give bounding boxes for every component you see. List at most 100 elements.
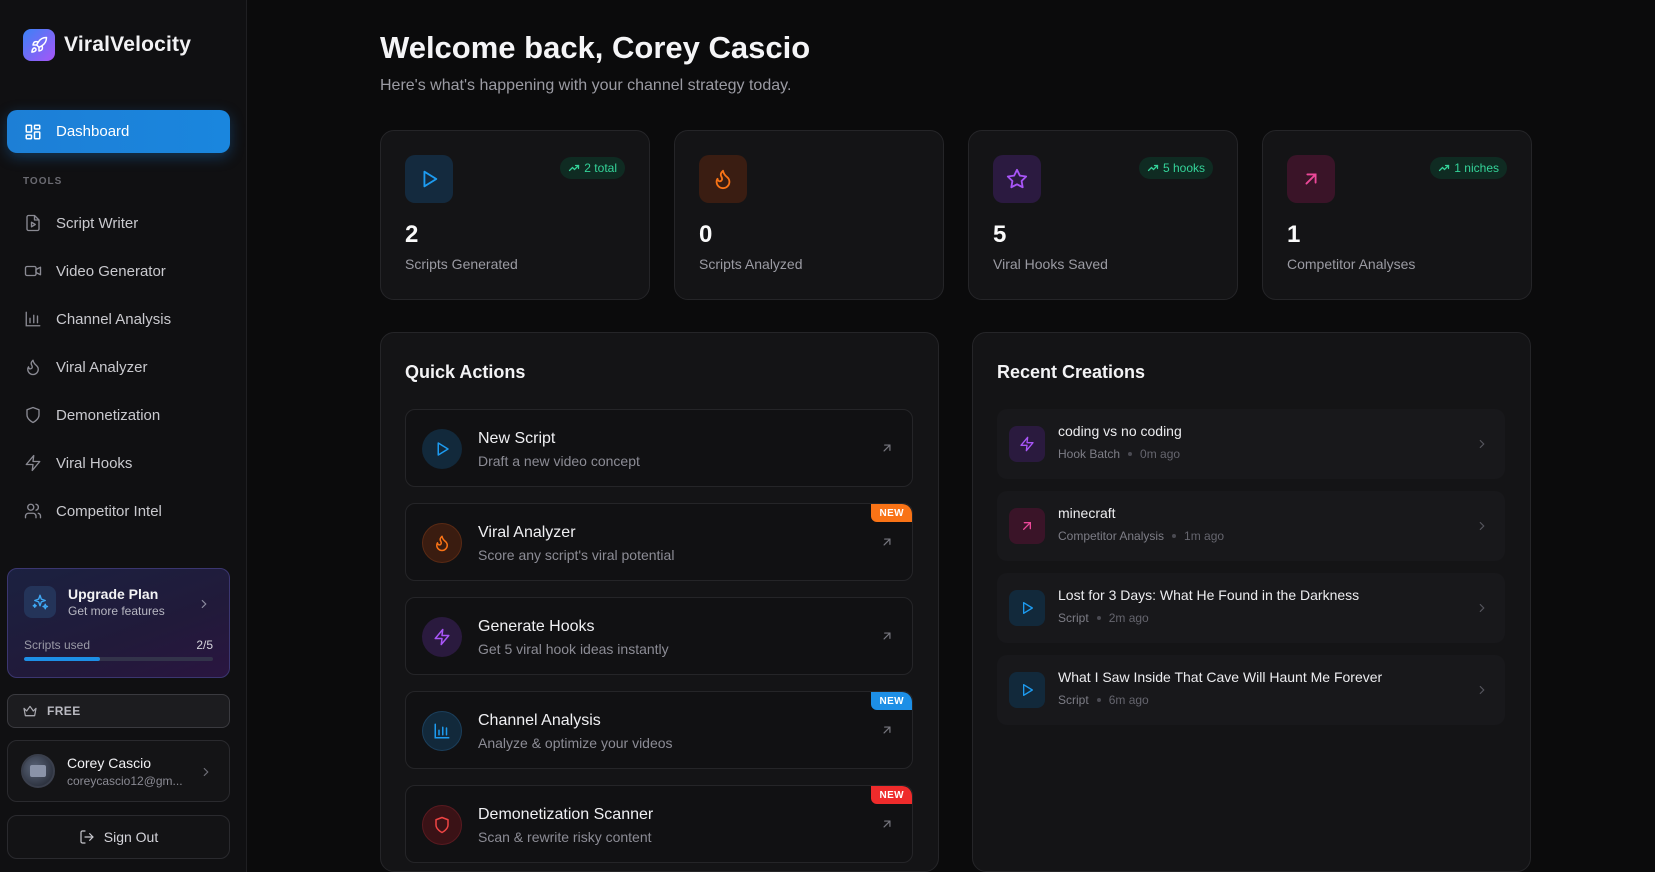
- sign-out-button[interactable]: Sign Out: [7, 815, 230, 859]
- chevron-right-icon: [1479, 685, 1485, 695]
- trending-up-icon: [569, 164, 580, 172]
- trend-badge: 1 niches: [1430, 157, 1507, 179]
- usage-row: Scripts used 2/5: [24, 638, 213, 652]
- quick-action-title: Generate Hooks: [478, 618, 595, 635]
- sidebar-item-demonetization[interactable]: Demonetization: [7, 391, 230, 439]
- sidebar-item-label: Script Writer: [56, 214, 139, 232]
- usage-progress-fill: [24, 657, 100, 661]
- recent-item-meta: Competitor Analysis 1m ago: [1058, 529, 1224, 543]
- sidebar-item-label: Viral Analyzer: [56, 358, 148, 376]
- trend-badge: 5 hooks: [1138, 157, 1213, 179]
- dashboard-grid-icon: [25, 124, 41, 139]
- page-subtitle: Here's what's happening with your channe…: [380, 77, 792, 94]
- stat-card-competitor-analyses: 1 niches 1 Competitor Analyses: [1262, 130, 1532, 300]
- recent-item-time: 6m ago: [1108, 693, 1149, 707]
- stat-label: Scripts Analyzed: [699, 256, 803, 272]
- panel-title: Quick Actions: [405, 362, 526, 382]
- new-badge: NEW: [871, 504, 912, 522]
- trend-text: 1 niches: [1454, 161, 1499, 175]
- arrow-up-right-icon: [1009, 508, 1045, 544]
- recent-item-type: Script: [1058, 611, 1089, 625]
- recent-item-title: minecraft: [1058, 505, 1116, 521]
- recent-item-title: What I Saw Inside That Cave Will Haunt M…: [1058, 669, 1383, 685]
- rocket-icon: [23, 29, 55, 61]
- sidebar-item-label: Viral Hooks: [56, 454, 133, 472]
- chevron-right-icon: [1479, 439, 1485, 449]
- trend-text: 2 total: [584, 161, 617, 175]
- trend-badge: 2 total: [560, 157, 625, 179]
- quick-action-generate-hooks[interactable]: Generate Hooks Get 5 viral hook ideas in…: [405, 597, 913, 675]
- sign-out-label: Sign Out: [103, 829, 159, 845]
- upgrade-subtitle: Get more features: [68, 604, 165, 618]
- stat-value: 1: [1287, 221, 1301, 248]
- recent-item[interactable]: coding vs no coding Hook Batch 0m ago: [997, 409, 1505, 479]
- sidebar-item-label: Channel Analysis: [56, 310, 172, 328]
- recent-item-time: 2m ago: [1108, 611, 1149, 625]
- avatar: [21, 754, 55, 788]
- brand[interactable]: ViralVelocity: [23, 29, 191, 61]
- chevron-right-icon: [1479, 521, 1485, 531]
- stat-card-scripts-generated: 2 total 2 Scripts Generated: [380, 130, 650, 300]
- user-name: Corey Cascio: [67, 754, 152, 771]
- plan-label: FREE: [47, 704, 81, 718]
- recent-item-meta: Hook Batch 0m ago: [1058, 447, 1180, 461]
- page-title: Welcome back, Corey Cascio: [380, 30, 811, 65]
- user-profile-card[interactable]: Corey Cascio coreycascio12@gm...: [7, 740, 230, 802]
- recent-item[interactable]: minecraft Competitor Analysis 1m ago: [997, 491, 1505, 561]
- sidebar-item-channel-analysis[interactable]: Channel Analysis: [7, 295, 230, 343]
- quick-action-viral-analyzer[interactable]: NEW Viral Analyzer Score any script's vi…: [405, 503, 913, 581]
- bar-chart-icon: [25, 311, 41, 327]
- sidebar-item-dashboard[interactable]: Dashboard: [7, 110, 230, 153]
- quick-action-subtitle: Draft a new video concept: [478, 453, 640, 469]
- stat-card-scripts-analyzed: 0 Scripts Analyzed: [674, 130, 944, 300]
- users-icon: [24, 503, 42, 519]
- trending-up-icon: [1147, 164, 1159, 172]
- upgrade-header: Upgrade Plan Get more features: [24, 586, 213, 618]
- quick-action-subtitle: Scan & rewrite risky content: [478, 829, 652, 845]
- nav-list: Script Writer Video Generator Channel An…: [7, 199, 230, 535]
- arrow-up-right-icon: [883, 820, 891, 828]
- log-out-icon: [80, 830, 94, 844]
- panel-title: Recent Creations: [997, 362, 1146, 382]
- quick-action-demonetization-scanner[interactable]: NEW Demonetization Scanner Scan & rewrit…: [405, 785, 913, 863]
- sidebar-item-label: Demonetization: [56, 406, 161, 424]
- lightning-icon: [25, 454, 41, 472]
- arrow-up-right-icon: [883, 538, 891, 546]
- stat-value: 5: [993, 221, 1007, 248]
- recent-item[interactable]: Lost for 3 Days: What He Found in the Da…: [997, 573, 1505, 643]
- recent-item-time: 1m ago: [1184, 529, 1225, 543]
- quick-action-channel-analysis[interactable]: NEW Channel Analysis Analyze & optimize …: [405, 691, 913, 769]
- recent-item-meta: Script 6m ago: [1058, 693, 1149, 707]
- file-play-icon: [26, 214, 40, 232]
- recent-item-title: coding vs no coding: [1058, 423, 1182, 439]
- trending-up-icon: [1439, 164, 1450, 172]
- lightning-icon: [1009, 426, 1045, 462]
- crown-icon: [23, 705, 37, 717]
- play-icon: [405, 155, 453, 203]
- stat-label: Competitor Analyses: [1287, 256, 1416, 272]
- quick-action-title: New Script: [478, 430, 556, 447]
- arrow-up-right-icon: [1287, 155, 1335, 203]
- recent-item[interactable]: What I Saw Inside That Cave Will Haunt M…: [997, 655, 1505, 725]
- user-email: coreycascio12@gm...: [67, 773, 183, 788]
- stat-label: Scripts Generated: [405, 256, 518, 272]
- shield-icon: [422, 805, 462, 845]
- sidebar-item-viral-hooks[interactable]: Viral Hooks: [7, 439, 230, 487]
- sidebar: ViralVelocity Dashboard TOOLS Script Wri…: [0, 0, 247, 872]
- sidebar-item-viral-analyzer[interactable]: Viral Analyzer: [7, 343, 230, 391]
- stat-value: 2: [405, 221, 419, 248]
- main-content: Welcome back, Corey Cascio Here's what's…: [247, 0, 1655, 872]
- shield-icon: [26, 406, 40, 424]
- sidebar-item-script-writer[interactable]: Script Writer: [7, 199, 230, 247]
- sidebar-item-video-generator[interactable]: Video Generator: [7, 247, 230, 295]
- chevron-right-icon: [203, 767, 209, 777]
- recent-item-type: Competitor Analysis: [1058, 529, 1165, 543]
- sidebar-item-competitor-intel[interactable]: Competitor Intel: [7, 487, 230, 535]
- play-icon: [422, 429, 462, 469]
- upgrade-plan-card[interactable]: Upgrade Plan Get more features Scripts u…: [7, 568, 230, 678]
- recent-item-meta: Script 2m ago: [1058, 611, 1149, 625]
- chevron-right-icon: [1479, 603, 1485, 613]
- bar-chart-icon: [422, 711, 462, 751]
- quick-action-new-script[interactable]: New Script Draft a new video concept: [405, 409, 913, 487]
- nav-section-label: TOOLS: [23, 176, 63, 187]
